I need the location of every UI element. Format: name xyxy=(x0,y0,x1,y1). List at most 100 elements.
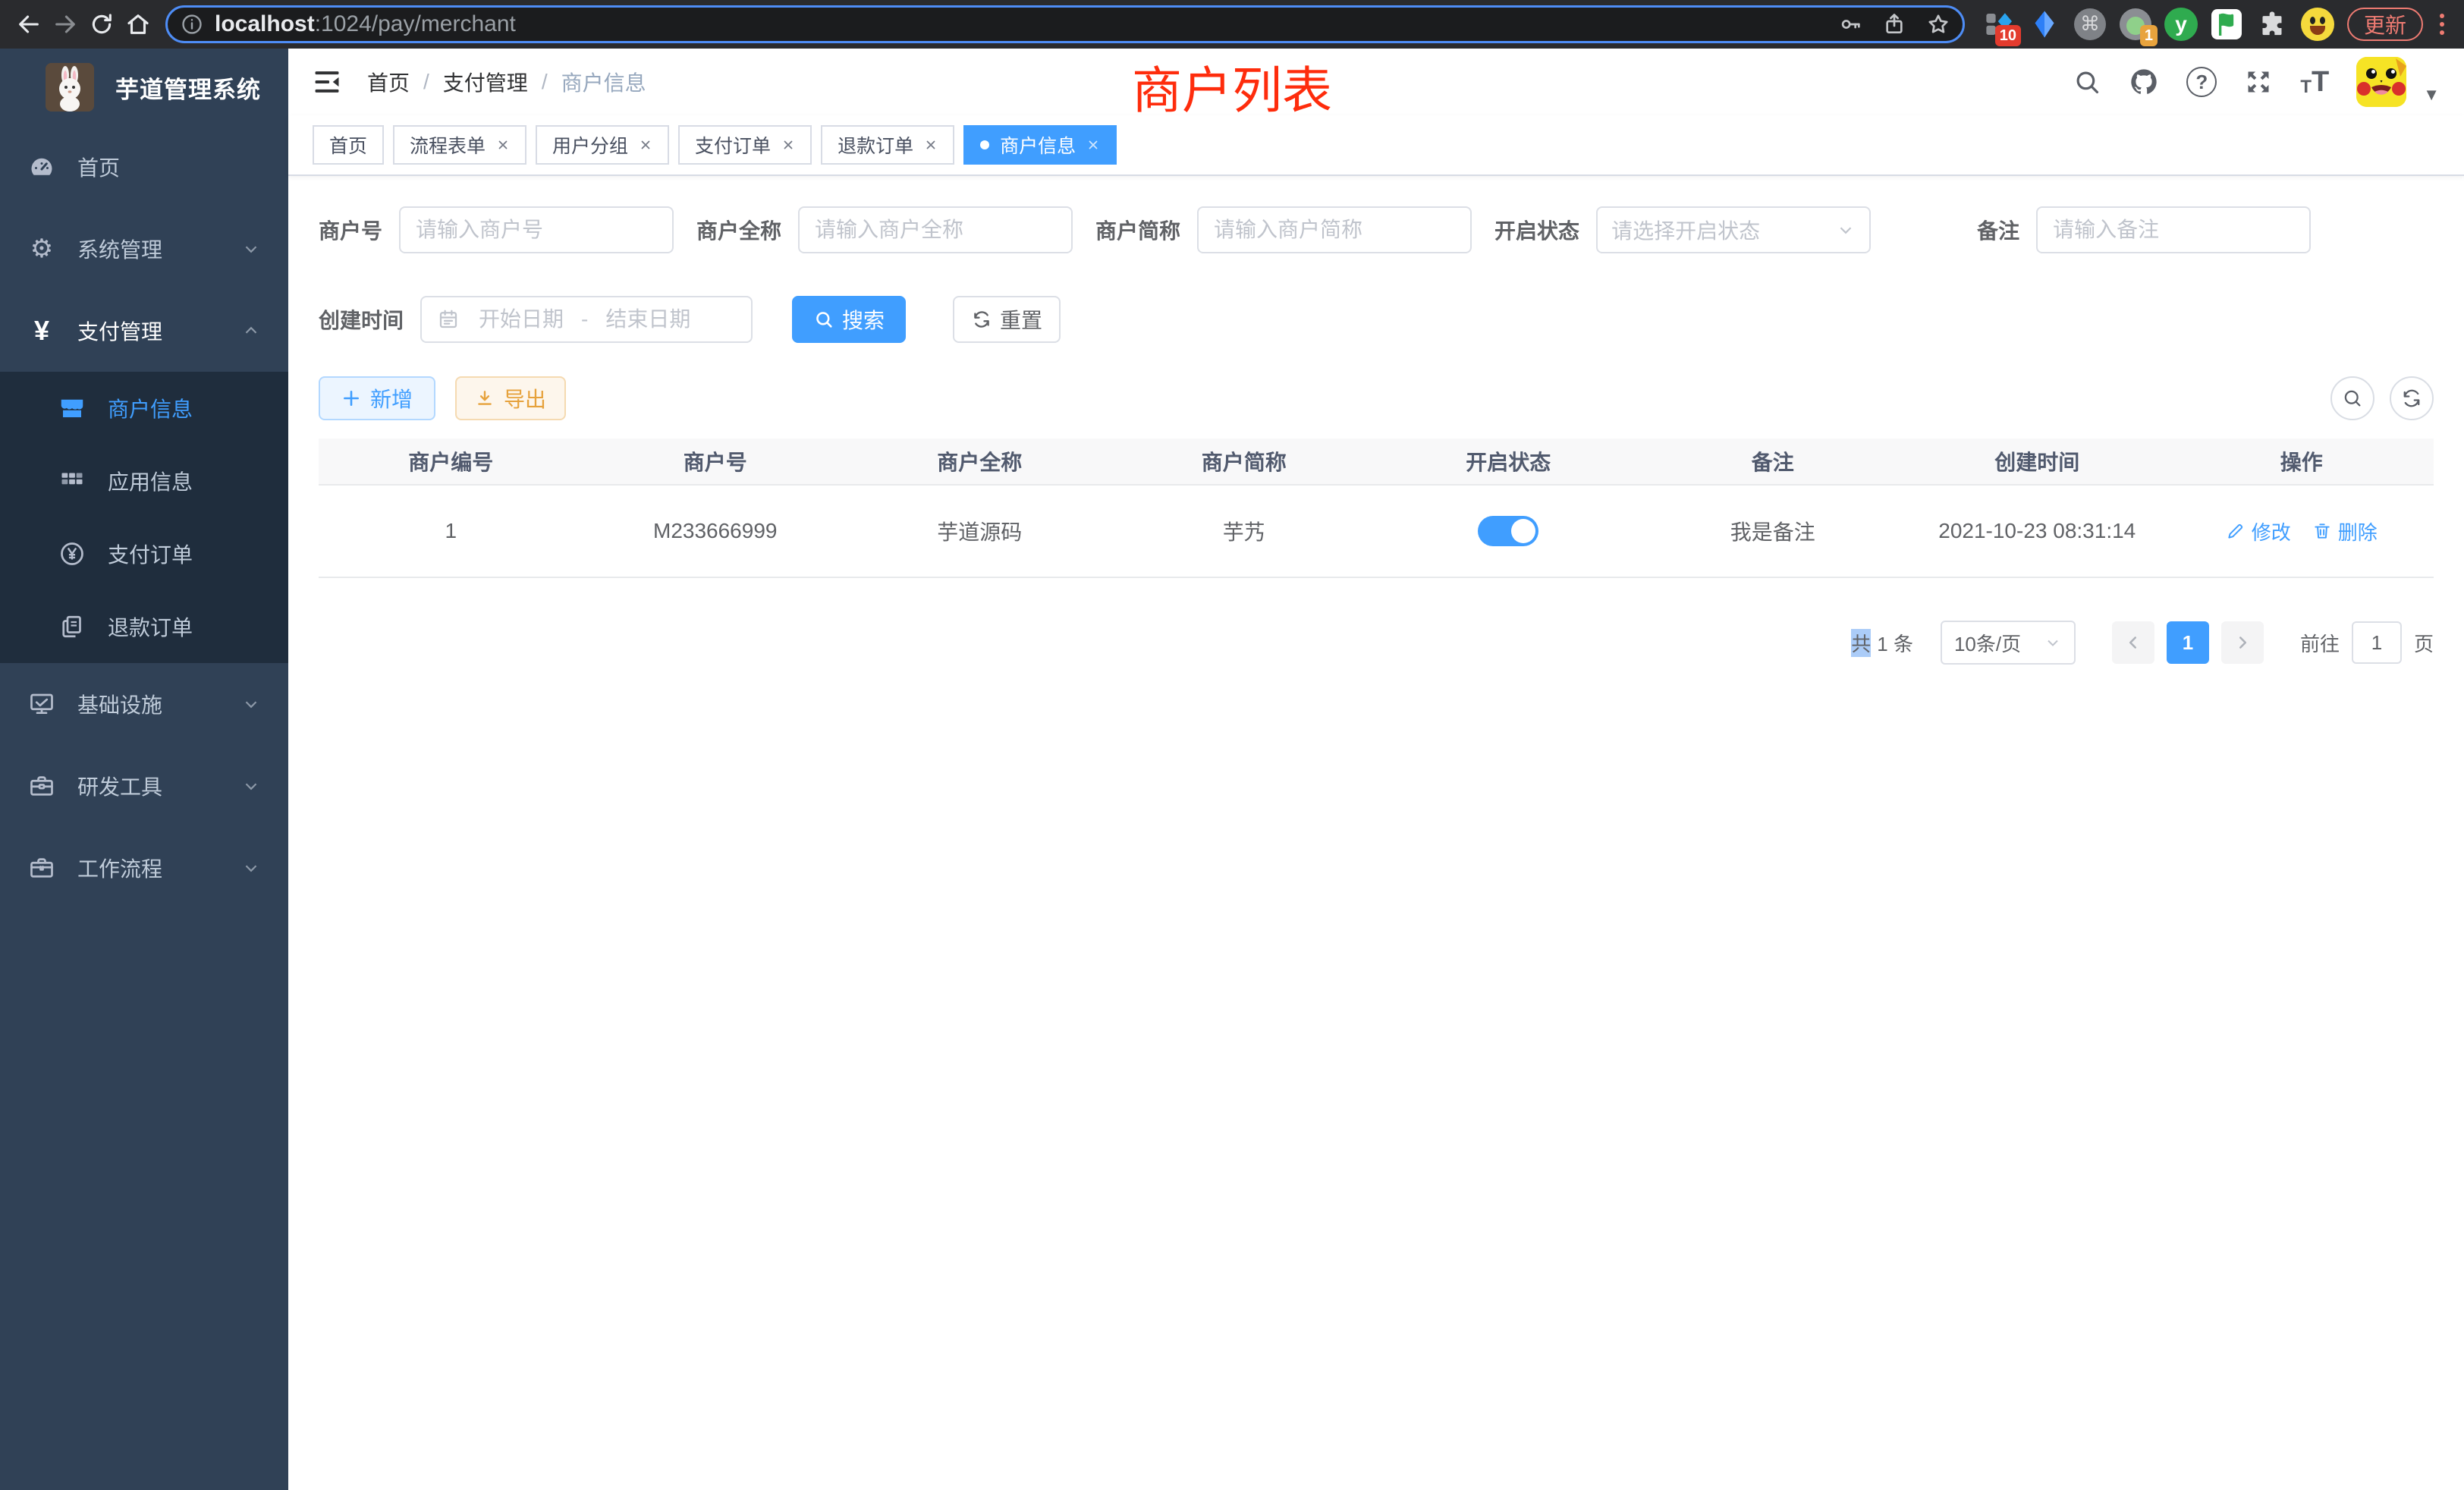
reset-button-label: 重置 xyxy=(1000,304,1042,335)
refund-doc-icon xyxy=(58,613,86,640)
profile-extension-icon[interactable]: 1 xyxy=(2118,7,2153,42)
sidebar-item-system[interactable]: ⚙ 系统管理 xyxy=(0,208,288,290)
extensions-area: 10 ⌘ 1 y xyxy=(1982,7,2335,42)
col-header-create-time: 创建时间 xyxy=(1905,446,2170,476)
close-icon[interactable] xyxy=(639,138,652,152)
filter-label: 开启状态 xyxy=(1494,215,1579,245)
avatar-dropdown-caret-icon[interactable]: ▼ xyxy=(2423,85,2440,105)
password-key-icon[interactable] xyxy=(1838,12,1862,36)
chrome-update-button[interactable]: 更新 xyxy=(2347,8,2423,41)
forward-icon[interactable] xyxy=(47,6,83,42)
sidebar-item-app-info[interactable]: 应用信息 xyxy=(0,445,288,517)
tab-process-form[interactable]: 流程表单 xyxy=(393,125,526,165)
reset-button[interactable]: 重置 xyxy=(953,296,1061,343)
status-toggle-on[interactable] xyxy=(1478,516,1538,546)
puzzle-extensions-icon[interactable] xyxy=(2255,7,2290,42)
filter-full-name: 商户全称 xyxy=(696,206,1073,253)
short-name-input[interactable] xyxy=(1197,206,1472,253)
delete-link[interactable]: 删除 xyxy=(2312,517,2378,545)
sidebar-item-merchant-info[interactable]: 商户信息 xyxy=(0,372,288,445)
sidebar-item-refund-order[interactable]: 退款订单 xyxy=(0,590,288,663)
sidebar-item-devtools[interactable]: 研发工具 xyxy=(0,745,288,827)
command-extension-icon[interactable]: ⌘ xyxy=(2073,7,2107,42)
merchant-no-input[interactable] xyxy=(399,206,674,253)
back-icon[interactable] xyxy=(11,6,47,42)
fullscreen-icon[interactable] xyxy=(2244,68,2273,96)
site-info-icon[interactable] xyxy=(180,12,204,36)
sidebar: 芋道管理系统 首页 ⚙ 系统管理 ¥ 支付管理 xyxy=(0,49,288,1490)
tabs-bar: 首页 流程表单 用户分组 支付订单 退款订单 商户信息 xyxy=(288,115,2464,176)
pin-extension-icon[interactable] xyxy=(2027,7,2062,42)
col-header-merchant-no: 商户号 xyxy=(583,446,848,476)
sidebar-item-label: 工作流程 xyxy=(77,853,162,883)
flag-extension-icon[interactable] xyxy=(2209,7,2244,42)
table-row: 1 M233666999 芋道源码 芋艿 我是备注 2021-10-23 08:… xyxy=(319,486,2434,578)
address-bar[interactable]: localhost:1024/pay/merchant xyxy=(165,5,1965,43)
table-toolbar: 新增 导出 xyxy=(319,376,2434,420)
full-name-input[interactable] xyxy=(798,206,1073,253)
filter-label: 商户号 xyxy=(319,215,382,245)
chevron-up-icon xyxy=(241,321,261,341)
shop-icon xyxy=(58,395,86,422)
tab-refund-order[interactable]: 退款订单 xyxy=(821,125,954,165)
tab-user-group[interactable]: 用户分组 xyxy=(536,125,669,165)
create-time-range-picker[interactable]: - xyxy=(420,296,753,343)
share-icon[interactable] xyxy=(1882,12,1906,36)
close-icon[interactable] xyxy=(1086,138,1100,152)
page-number-1[interactable]: 1 xyxy=(2167,621,2209,664)
app-logo-row[interactable]: 芋道管理系统 xyxy=(0,49,288,126)
close-icon[interactable] xyxy=(781,138,795,152)
y-extension-icon[interactable]: y xyxy=(2164,7,2198,42)
sidebar-item-infra[interactable]: 基础设施 xyxy=(0,663,288,745)
tab-home[interactable]: 首页 xyxy=(313,125,384,165)
goto-page-input[interactable] xyxy=(2352,621,2402,664)
emoji-extension-icon[interactable] xyxy=(2300,7,2335,42)
tab-label: 用户分组 xyxy=(552,131,628,159)
browser-menu-icon[interactable] xyxy=(2431,14,2453,35)
sidebar-extension-icon[interactable]: 10 xyxy=(1982,7,2016,42)
briefcase-icon xyxy=(27,854,56,882)
help-icon[interactable]: ? xyxy=(2186,67,2217,97)
edit-link[interactable]: 修改 xyxy=(2226,517,2291,545)
export-button[interactable]: 导出 xyxy=(455,376,566,420)
status-select[interactable]: 请选择开启状态 xyxy=(1596,206,1871,253)
home-icon[interactable] xyxy=(120,6,156,42)
show-search-toggle-button[interactable] xyxy=(2330,376,2374,420)
url-text: localhost:1024/pay/merchant xyxy=(215,11,516,37)
start-date-input[interactable] xyxy=(464,307,578,332)
sidebar-item-label: 支付管理 xyxy=(77,316,162,346)
sidebar-item-label: 支付订单 xyxy=(108,539,193,569)
sidebar-collapse-icon[interactable] xyxy=(313,69,341,95)
prev-page-button[interactable] xyxy=(2112,621,2154,664)
filter-status: 开启状态 请选择开启状态 xyxy=(1494,206,1871,253)
search-button[interactable]: 搜索 xyxy=(792,296,906,343)
edit-link-label: 修改 xyxy=(2252,517,2291,545)
breadcrumb-home[interactable]: 首页 xyxy=(367,67,410,97)
next-page-button[interactable] xyxy=(2221,621,2264,664)
chevron-down-icon xyxy=(241,239,261,259)
sidebar-item-label: 系统管理 xyxy=(77,234,162,264)
calendar-icon xyxy=(437,308,460,331)
remark-input[interactable] xyxy=(2036,206,2311,253)
search-icon[interactable] xyxy=(2073,68,2101,96)
close-icon[interactable] xyxy=(924,138,938,152)
bookmark-star-icon[interactable] xyxy=(1926,12,1950,36)
tab-merchant-info[interactable]: 商户信息 xyxy=(963,125,1117,165)
end-date-input[interactable] xyxy=(591,307,705,332)
font-size-icon[interactable]: TT xyxy=(2300,68,2329,96)
close-icon[interactable] xyxy=(496,138,510,152)
sidebar-item-label: 应用信息 xyxy=(108,466,193,496)
sidebar-item-pay-order[interactable]: 支付订单 xyxy=(0,517,288,590)
reload-icon[interactable] xyxy=(83,6,120,42)
breadcrumb-pay[interactable]: 支付管理 xyxy=(443,67,528,97)
avatar[interactable] xyxy=(2356,57,2406,107)
tab-pay-order[interactable]: 支付订单 xyxy=(678,125,812,165)
page-size-select[interactable]: 10条/页 xyxy=(1941,621,2076,665)
github-icon[interactable] xyxy=(2129,67,2159,97)
url-path: :1024/pay/merchant xyxy=(315,11,516,36)
sidebar-item-home[interactable]: 首页 xyxy=(0,126,288,208)
sidebar-item-pay[interactable]: ¥ 支付管理 xyxy=(0,290,288,372)
sidebar-item-workflow[interactable]: 工作流程 xyxy=(0,827,288,909)
refresh-table-button[interactable] xyxy=(2390,376,2434,420)
add-button[interactable]: 新增 xyxy=(319,376,435,420)
